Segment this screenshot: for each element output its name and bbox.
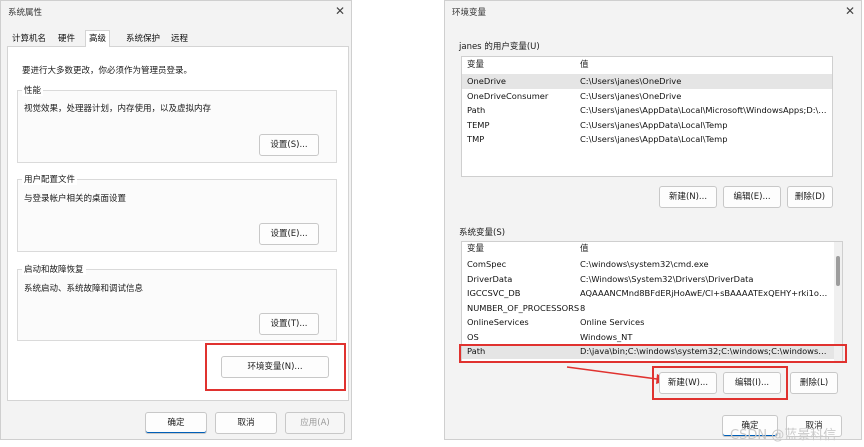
table-row[interactable]: OnlineServices Online Services bbox=[462, 315, 842, 330]
path-row-highlight bbox=[459, 344, 847, 363]
system-properties-window: 系统属性 ✕ 计算机名 硬件 高级 系统保护 远程 要进行大多数更改，你必须作为… bbox=[0, 0, 352, 440]
tab-system-protection[interactable]: 系统保护 bbox=[123, 32, 163, 47]
environment-variables-window: 环境变量 ✕ janes 的用户变量(U) 变量 值 OneDrive C:\Us… bbox=[444, 0, 862, 440]
system-edit-button[interactable]: 编辑(I)... bbox=[723, 372, 781, 394]
apply-button[interactable]: 应用(A) bbox=[285, 412, 345, 434]
column-header-value[interactable]: 值 bbox=[580, 57, 828, 74]
user-new-button[interactable]: 新建(N)... bbox=[659, 186, 717, 208]
table-row[interactable]: OneDriveConsumer C:\Users\janes\OneDrive bbox=[462, 89, 832, 104]
tab-hardware[interactable]: 硬件 bbox=[55, 32, 78, 47]
scrollbar-thumb[interactable] bbox=[836, 256, 840, 286]
startup-recovery-description: 系统启动、系统故障和调试信息 bbox=[24, 284, 144, 294]
user-edit-button[interactable]: 编辑(E)... bbox=[723, 186, 781, 208]
user-delete-button[interactable]: 删除(D) bbox=[787, 186, 833, 208]
window-title: 环境变量 bbox=[452, 8, 487, 18]
environment-variables-button[interactable]: 环境变量(N)... bbox=[221, 356, 329, 378]
table-row[interactable]: TEMP C:\Users\janes\AppData\Local\Temp bbox=[462, 118, 832, 133]
window-title: 系统属性 bbox=[8, 8, 43, 18]
table-row[interactable]: OneDrive C:\Users\janes\OneDrive bbox=[462, 74, 832, 89]
list-header: 变量 值 bbox=[462, 57, 832, 74]
close-icon[interactable]: ✕ bbox=[845, 5, 855, 17]
startup-recovery-settings-button[interactable]: 设置(T)... bbox=[259, 313, 319, 335]
user-profile-label: 用户配置文件 bbox=[22, 173, 78, 185]
system-delete-button[interactable]: 删除(L) bbox=[790, 372, 838, 394]
user-profile-description: 与登录帐户相关的桌面设置 bbox=[24, 194, 127, 204]
watermark: CSDN @蓝景科信 bbox=[730, 428, 837, 443]
table-row[interactable]: ComSpec C:\windows\system32\cmd.exe bbox=[462, 257, 842, 272]
user-profile-settings-button[interactable]: 设置(E)... bbox=[259, 223, 319, 245]
startup-recovery-label: 启动和故障恢复 bbox=[22, 263, 86, 275]
performance-label: 性能 bbox=[22, 84, 44, 96]
column-header-variable[interactable]: 变量 bbox=[467, 57, 484, 74]
cancel-button[interactable]: 取消 bbox=[215, 412, 277, 434]
table-row[interactable]: TMP C:\Users\janes\AppData\Local\Temp bbox=[462, 132, 832, 147]
column-header-value[interactable]: 值 bbox=[580, 242, 828, 257]
table-row[interactable]: NUMBER_OF_PROCESSORS 8 bbox=[462, 301, 842, 316]
user-variables-label: janes 的用户变量(U) bbox=[459, 42, 540, 52]
system-new-button[interactable]: 新建(W)... bbox=[659, 372, 717, 394]
table-row[interactable]: Path C:\Users\janes\AppData\Local\Microso… bbox=[462, 103, 832, 118]
table-row[interactable]: OS Windows_NT bbox=[462, 330, 842, 345]
table-row[interactable]: IGCCSVC_DB AQAAANCMnd8BFdERjHoAwE/Cl+sBAA… bbox=[462, 286, 842, 301]
system-variables-label: 系统变量(S) bbox=[459, 228, 506, 238]
close-icon[interactable]: ✕ bbox=[335, 5, 345, 17]
tab-advanced[interactable]: 高级 bbox=[85, 30, 111, 48]
ok-button[interactable]: 确定 bbox=[145, 412, 207, 434]
performance-description: 视觉效果，处理器计划，内存使用，以及虚拟内存 bbox=[24, 104, 212, 114]
tab-computer-name[interactable]: 计算机名 bbox=[9, 32, 49, 47]
column-header-variable[interactable]: 变量 bbox=[467, 242, 484, 257]
list-header: 变量 值 bbox=[462, 242, 842, 257]
admin-notice: 要进行大多数更改，你必须作为管理员登录。 bbox=[22, 66, 193, 76]
performance-settings-button[interactable]: 设置(S)... bbox=[259, 134, 319, 156]
tab-remote[interactable]: 远程 bbox=[168, 32, 191, 47]
table-row[interactable]: DriverData C:\Windows\System32\Drivers\Dr… bbox=[462, 272, 842, 287]
user-variables-list[interactable]: 变量 值 OneDrive C:\Users\janes\OneDrive One… bbox=[461, 56, 833, 177]
